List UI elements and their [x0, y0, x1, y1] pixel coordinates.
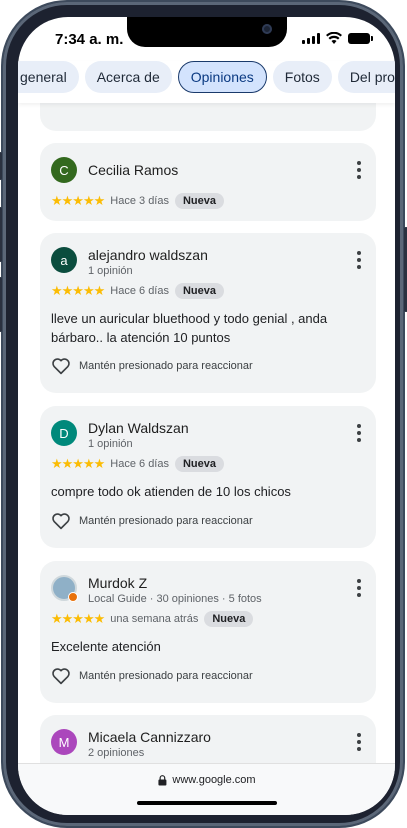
review-card: Murdok Z Local Guide · 30 opiniones · 5 … [40, 561, 376, 703]
browser-address-bar[interactable]: www.google.com [18, 763, 395, 815]
review-card: M Micaela Cannizzaro 2 opiniones [40, 715, 376, 763]
phone-frame: 7:34 a. m. general Acerca de Opiniones F… [0, 2, 407, 826]
side-button [0, 152, 2, 180]
tab-owner[interactable]: Del prop [337, 61, 395, 93]
react-hint: Mantén presionado para reaccionar [79, 515, 253, 527]
more-options-icon[interactable] [356, 733, 362, 751]
more-options-icon[interactable] [356, 424, 362, 442]
tab-photos[interactable]: Fotos [272, 61, 332, 93]
review-text: lleve un auricular bluethood y todo geni… [51, 311, 328, 345]
review-card: C Cecilia Ramos ★★★★★ Hace 3 días Nueva [40, 143, 376, 221]
url-display[interactable]: www.google.com [157, 774, 256, 786]
more-options-icon[interactable] [356, 251, 362, 269]
review-card: a alejandro waldszan 1 opinión ★★★★★ Hac… [40, 233, 376, 393]
url-text: www.google.com [172, 774, 256, 786]
more-options-icon[interactable] [356, 579, 362, 597]
star-rating: ★★★★★ [51, 193, 105, 208]
tab-general[interactable]: general [18, 61, 79, 93]
lock-icon [157, 774, 166, 785]
reviewer-subtitle: 1 opinión [88, 265, 133, 277]
review-time: Hace 6 días [110, 458, 169, 470]
reviewer-subtitle: 2 opiniones [88, 747, 145, 759]
reviewer-name[interactable]: alejandro waldszan [88, 247, 208, 263]
star-rating: ★★★★★ [51, 611, 105, 626]
reviews-list[interactable]: C Cecilia Ramos ★★★★★ Hace 3 días Nueva … [18, 103, 395, 763]
screen: 7:34 a. m. general Acerca de Opiniones F… [18, 17, 395, 815]
place-tabs: general Acerca de Opiniones Fotos Del pr… [18, 61, 395, 103]
avatar[interactable]: a [51, 247, 77, 273]
star-rating: ★★★★★ [51, 283, 105, 298]
home-indicator[interactable] [136, 801, 277, 805]
status-icons [302, 32, 373, 44]
review-card-partial [40, 103, 376, 131]
review-time: Hace 3 días [110, 195, 169, 207]
react-hint: Mantén presionado para reaccionar [79, 360, 253, 372]
review-card: D Dylan Waldszan 1 opinión ★★★★★ Hace 6 … [40, 406, 376, 548]
reviewer-name[interactable]: Cecilia Ramos [88, 162, 178, 178]
star-rating: ★★★★★ [51, 456, 105, 471]
react-button[interactable]: Mantén presionado para reaccionar [51, 357, 253, 375]
volume-down-button [0, 277, 2, 332]
reviewer-subtitle: Local Guide · 30 opiniones · 5 fotos [88, 593, 262, 605]
review-rating: ★★★★★ Hace 6 días Nueva [51, 283, 225, 299]
avatar[interactable] [51, 575, 78, 602]
notch [126, 17, 287, 47]
heart-icon [52, 513, 70, 530]
battery-icon [348, 32, 373, 44]
local-guide-badge-icon [68, 592, 78, 602]
status-time: 7:34 a. m. [55, 31, 124, 48]
review-time: una semana atrás [110, 613, 199, 625]
review-text: Excelente atención [51, 639, 161, 654]
heart-icon [52, 668, 70, 685]
new-badge: Nueva [174, 456, 225, 472]
review-time: Hace 6 días [110, 285, 169, 297]
wifi-icon [326, 32, 342, 44]
avatar[interactable]: M [51, 729, 77, 755]
review-rating: ★★★★★ Hace 3 días Nueva [51, 193, 225, 209]
signal-icon [302, 32, 320, 44]
reviewer-name[interactable]: Dylan Waldszan [88, 420, 189, 436]
heart-icon [52, 358, 70, 375]
react-button[interactable]: Mantén presionado para reaccionar [51, 512, 253, 530]
avatar[interactable]: D [51, 420, 77, 446]
new-badge: Nueva [174, 193, 225, 209]
react-button[interactable]: Mantén presionado para reaccionar [51, 667, 253, 685]
reviewer-name[interactable]: Murdok Z [88, 575, 147, 591]
react-hint: Mantén presionado para reaccionar [79, 670, 253, 682]
review-rating: ★★★★★ Hace 6 días Nueva [51, 456, 225, 472]
new-badge: Nueva [174, 283, 225, 299]
tab-reviews[interactable]: Opiniones [177, 61, 267, 93]
volume-up-button [0, 207, 2, 262]
more-options-icon[interactable] [356, 161, 362, 179]
avatar[interactable]: C [51, 157, 77, 183]
reviewer-subtitle: 1 opinión [88, 438, 133, 450]
reviewer-name[interactable]: Micaela Cannizzaro [88, 729, 211, 745]
review-rating: ★★★★★ una semana atrás Nueva [51, 611, 254, 627]
tab-about[interactable]: Acerca de [84, 61, 172, 93]
new-badge: Nueva [204, 611, 254, 627]
camera-icon [261, 24, 272, 34]
review-text: compre todo ok atienden de 10 los chicos [51, 484, 291, 499]
